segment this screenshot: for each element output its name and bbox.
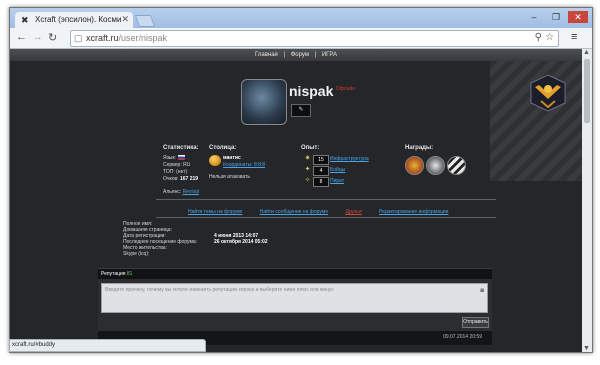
tab-close-icon[interactable]: ✕ <box>121 14 129 25</box>
browser-toolbar: ← → ↻ ▢ xcraft.ru/user/nispak ⚲ ☆ ≡ <box>10 28 592 49</box>
stat-points: Очков: 167 219 <box>163 176 199 182</box>
browser-tab[interactable]: ✖ Xcraft (эпсилон). Космиче ✕ <box>15 12 133 28</box>
divider <box>156 217 496 218</box>
xp-battle-link[interactable]: Бойцы <box>330 167 345 173</box>
last-forum-visit: 26 октября 2014 05:02 <box>214 239 268 245</box>
window-close-button[interactable]: ✕ <box>568 11 588 23</box>
nav-separator: | <box>283 52 286 58</box>
capital-note: Нельзя атаковать <box>209 174 251 180</box>
tab-title: Xcraft (эпсилон). Космиче <box>35 15 121 24</box>
new-tab-button[interactable] <box>134 15 156 27</box>
info-label: Skype (icq): <box>123 251 150 257</box>
xp-pirate-link[interactable]: Пират <box>330 178 344 184</box>
shield-award-icon[interactable] <box>426 156 445 175</box>
stat-server: Сервер: RU <box>163 162 191 168</box>
medal-award-icon[interactable] <box>405 156 424 175</box>
chrome-menu-icon[interactable]: ≡ <box>571 31 577 43</box>
friends-link[interactable]: Друзья <box>345 209 361 215</box>
scrollbar-thumb[interactable] <box>584 59 590 123</box>
xp-value: 8 <box>313 177 329 187</box>
capital-coords-link[interactable]: Координаты: 8:8:8 <box>223 162 265 168</box>
page-icon: ▢ <box>74 33 83 43</box>
stat-top: ТОП: (нет) <box>163 169 188 175</box>
divider <box>156 199 496 200</box>
user-avatar <box>241 79 287 125</box>
status-bar-url: xcraft.ru/#buddy <box>9 339 206 352</box>
stats-heading: Статистика: <box>163 145 199 151</box>
pirate-icon: ✧ <box>304 177 311 184</box>
send-button[interactable]: Отправить <box>462 317 489 328</box>
online-status: Офлайн <box>336 86 356 92</box>
post-date: 09.07.2014 20:59 <box>443 334 482 340</box>
reputation-placeholder: Введите причину, почему вы хотите измени… <box>105 287 334 293</box>
xcraft-favicon-icon: ✖ <box>21 15 29 25</box>
infrastructure-icon: ✷ <box>304 155 311 162</box>
title-bar: ✖ Xcraft (эпсилон). Космиче ✕ – ❐ ✕ <box>10 8 592 28</box>
xp-value: 15 <box>313 155 329 165</box>
stat-alliance: Альянс: Revival <box>163 189 200 195</box>
profile-small-button[interactable]: ✎ <box>291 104 311 117</box>
capital-heading: Столица: <box>209 145 237 151</box>
minimize-button[interactable]: – <box>524 11 544 23</box>
profile-actions: Найти темы на форуме Найти сообщения на … <box>188 209 464 215</box>
site-navigation: Главная | Форум | ИГРА <box>10 49 582 61</box>
find-posts-link[interactable]: Найти сообщения на форуме <box>260 209 328 215</box>
alliance-link[interactable]: Revival <box>183 189 199 195</box>
scroll-down-icon[interactable]: ▼ <box>583 345 590 352</box>
maximize-button[interactable]: ❐ <box>546 11 566 23</box>
planet-icon <box>209 155 221 166</box>
experience-heading: Опыт: <box>301 145 320 151</box>
bookmark-star-icon[interactable]: ☆ <box>545 32 554 43</box>
edit-info-link[interactable]: Редактирование информации <box>379 209 448 215</box>
russia-flag-icon <box>178 155 186 160</box>
reputation-reason-input[interactable]: Введите причину, почему вы хотите измени… <box>101 283 488 313</box>
stat-language: Язык: <box>163 155 186 161</box>
stripe-award-icon[interactable] <box>447 156 466 175</box>
forward-arrow-icon[interactable]: → <box>32 31 43 43</box>
nav-forum-link[interactable]: Форум <box>291 52 309 58</box>
username: nispak <box>289 83 334 99</box>
xp-value: 4 <box>313 166 329 176</box>
battle-icon: ✦ <box>304 166 311 173</box>
nav-home-link[interactable]: Главная <box>255 52 278 58</box>
xp-infrastructure-link[interactable]: Инфраструктура <box>330 156 369 162</box>
nav-game-link[interactable]: ИГРА <box>322 52 337 58</box>
scroll-up-icon[interactable]: ▲ <box>583 49 590 56</box>
race-emblem-icon <box>530 74 566 112</box>
reputation-form: Введите причину, почему вы хотите измени… <box>98 279 492 331</box>
reputation-value: 81 <box>126 271 133 277</box>
awards-heading: Награды: <box>405 145 434 151</box>
address-bar[interactable]: ▢ xcraft.ru/user/nispak ⚲ ☆ <box>70 30 559 47</box>
camera-icon[interactable]: ◙ <box>480 288 484 294</box>
nav-separator: | <box>314 52 317 58</box>
search-icon[interactable]: ⚲ <box>535 32 542 43</box>
reload-icon[interactable]: ↻ <box>48 31 57 44</box>
find-threads-link[interactable]: Найти темы на форуме <box>188 209 242 215</box>
reputation-label: Репутация 81 <box>101 271 133 277</box>
capital-name: мантис <box>223 155 241 161</box>
back-arrow-icon[interactable]: ← <box>16 31 27 43</box>
vertical-scrollbar[interactable]: ▲ ▼ <box>582 49 592 352</box>
url-text: xcraft.ru/user/nispak <box>86 33 168 43</box>
